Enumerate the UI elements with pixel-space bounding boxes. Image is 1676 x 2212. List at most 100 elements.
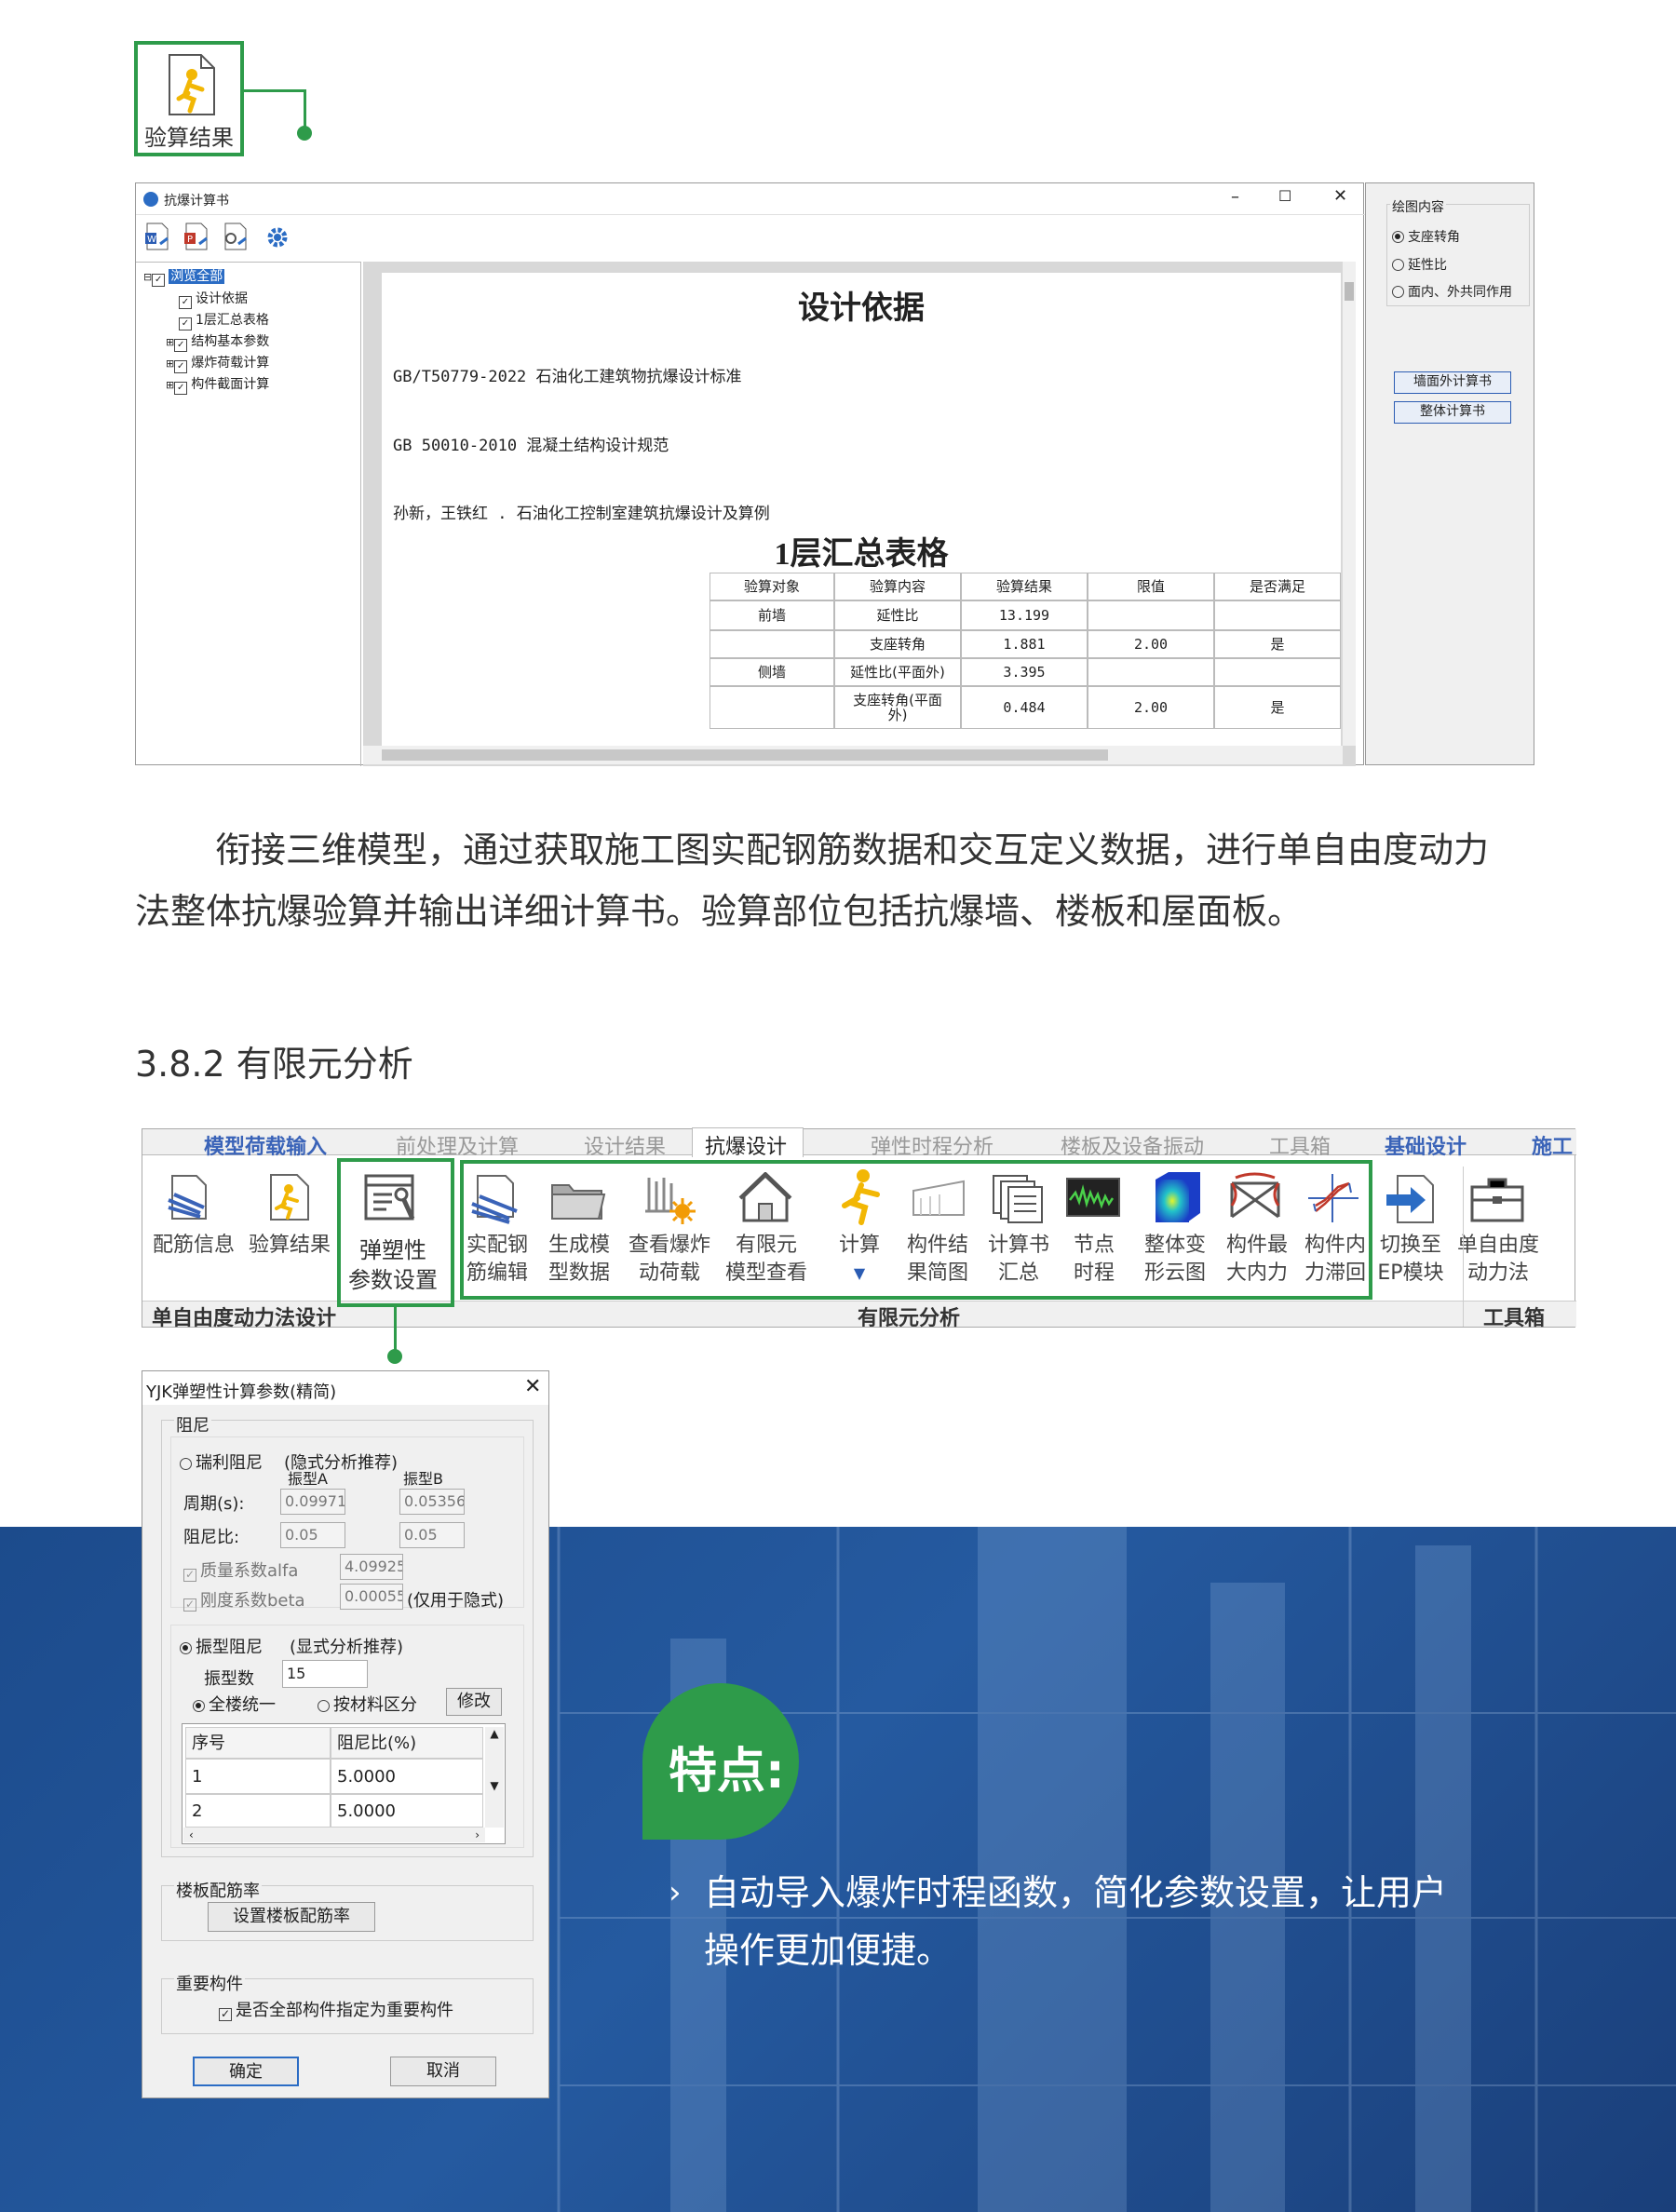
close-button[interactable]: ✕: [1333, 186, 1347, 206]
table-cell: 支座转角(平面外): [834, 686, 961, 729]
vertical-scrollbar[interactable]: [1343, 262, 1356, 746]
ribbon-tab[interactable]: 楼板及设备振动: [1061, 1130, 1204, 1160]
dialog-close-icon[interactable]: ✕: [524, 1375, 541, 1398]
ok-button[interactable]: 确定: [193, 2057, 299, 2086]
tree-item[interactable]: ⊞ ✓ 爆炸荷载计算: [166, 353, 269, 373]
section-title: 3.8.2 有限元分析: [135, 1044, 413, 1085]
ribbon-tab[interactable]: 设计结果: [584, 1130, 666, 1160]
modify-button[interactable]: 修改: [446, 1688, 502, 1716]
modal-damping-radio[interactable]: 振型阻尼: [180, 1634, 263, 1658]
feature-badge-text: 特点:: [669, 1744, 785, 1800]
option-ductility[interactable]: 延性比: [1392, 255, 1447, 274]
table-cell: [710, 686, 834, 729]
ratio-a-input[interactable]: 0.05: [280, 1522, 345, 1548]
cancel-button[interactable]: 取消: [390, 2057, 496, 2086]
horizontal-scrollbar[interactable]: [363, 746, 1343, 764]
period-b-input[interactable]: 0.05356: [399, 1489, 465, 1515]
damping-ratio-label: 阻尼比:: [183, 1528, 240, 1547]
ribbon-tab[interactable]: 前处理及计算: [396, 1130, 519, 1160]
uniform-radio[interactable]: 全楼统一: [193, 1692, 276, 1716]
window-titlebar: 抗爆计算书 – ☐ ✕: [136, 183, 1365, 215]
table-header: 是否满足: [1214, 573, 1341, 600]
table-cell: [1088, 658, 1214, 686]
beta-checkbox[interactable]: ✓ 刚度系数beta: [183, 1587, 305, 1612]
table-cell: 支座转角: [834, 630, 961, 658]
table-cell: 是: [1214, 630, 1341, 658]
drawing-options-panel: 绘图内容 支座转角 延性比 面内、外共同作用 墙面外计算书 整体计算书: [1365, 182, 1534, 765]
highlight-fe-group: [460, 1160, 1372, 1300]
rayleigh-radio[interactable]: 瑞利阻尼: [180, 1450, 263, 1474]
option-in-out-plane[interactable]: 面内、外共同作用: [1392, 282, 1512, 301]
feature-line: 操作更加便捷。: [704, 1930, 953, 1971]
table-cell: 13.199: [961, 600, 1088, 630]
rebar-info-button[interactable]: 配筋信息: [142, 1232, 245, 1260]
tree-root[interactable]: ⊟ ✓ 浏览全部: [143, 266, 225, 287]
gear-icon[interactable]: [263, 223, 292, 252]
ribbon-tab[interactable]: 抗爆设计: [705, 1130, 787, 1160]
set-slab-ratio-button[interactable]: 设置楼板配筋率: [208, 1902, 375, 1932]
wall-out-plane-calc-button[interactable]: 墙面外计算书: [1394, 371, 1511, 394]
tree-item[interactable]: ✓ 设计依据: [179, 289, 248, 309]
table-cell: 延性比(平面外): [834, 658, 961, 686]
table-cell: 1.881: [961, 630, 1088, 658]
elastoplastic-dialog: YJK弹塑性计算参数(精简) ✕ 阻尼 瑞利阻尼 (隐式分析推荐) 振型A 振型…: [142, 1370, 549, 2098]
export-pdf-icon[interactable]: P: [181, 221, 214, 252]
callout-label: 验算结果: [144, 125, 234, 151]
table-cell: 是: [1214, 686, 1341, 729]
period-label: 周期(s):: [183, 1494, 245, 1514]
svg-text:P: P: [187, 235, 193, 245]
feature-line: 自动导入爆炸时程函数，简化参数设置，让用户: [704, 1872, 1448, 1913]
group-label-toolbox: 工具箱: [1483, 1307, 1546, 1330]
important-checkbox[interactable]: ✓ 是否全部构件指定为重要构件: [219, 1997, 453, 2021]
tree-item[interactable]: ✓ 1层汇总表格: [179, 310, 269, 330]
grid-vscroll[interactable]: ▲ ▼: [485, 1727, 504, 1828]
ribbon-tab[interactable]: 模型荷载输入: [204, 1130, 327, 1160]
calc-book-window: 抗爆计算书 – ☐ ✕ W P ⊟ ✓ 浏览全部 ✓ 设计依据 ✓ 1层汇总表格 ⊞ ✓ 结…: [135, 182, 1365, 766]
ribbon-tab[interactable]: 基础设计: [1385, 1130, 1466, 1160]
switch-ep-button[interactable]: 切换至 EP模块: [1372, 1232, 1450, 1288]
minimize-button[interactable]: –: [1231, 187, 1239, 207]
table-header: 验算内容: [834, 573, 961, 600]
sdof-dynamic-button[interactable]: 单自由度 动力法: [1450, 1232, 1547, 1288]
alfa-checkbox[interactable]: ✓ 质量系数alfa: [183, 1558, 298, 1582]
overall-calc-button[interactable]: 整体计算书: [1394, 401, 1511, 424]
table-header: 验算结果: [961, 573, 1088, 600]
beta-input[interactable]: 0.00055: [340, 1584, 403, 1610]
feature-text: › 自动导入爆炸时程函数，简化参数设置，让用户 操作更加便捷。: [669, 1864, 1544, 1979]
period-a-input[interactable]: 0.09971: [280, 1489, 345, 1515]
check-result-icon: [264, 1172, 314, 1222]
toolbox-icon: [1468, 1172, 1526, 1226]
alfa-input[interactable]: 4.09925: [340, 1554, 403, 1580]
check-result-button[interactable]: 验算结果: [245, 1232, 334, 1260]
table-cell: [1214, 658, 1341, 686]
table-cell: [1088, 600, 1214, 630]
export-settings-icon[interactable]: [220, 221, 253, 252]
options-group-title: 绘图内容: [1390, 197, 1446, 216]
window-title: 抗爆计算书: [164, 194, 229, 209]
feature-badge: 特点:: [642, 1683, 799, 1840]
ribbon-tab[interactable]: 施工: [1532, 1130, 1575, 1160]
doc-ref: GB 50010-2010 混凝土结构设计规范: [393, 437, 669, 455]
table-cell: [710, 630, 834, 658]
mode-count-input[interactable]: 15: [282, 1660, 368, 1688]
chevron-right-icon: ›: [669, 1874, 682, 1911]
switch-ep-icon: [1383, 1172, 1440, 1226]
grid-cell[interactable]: 5.0000: [331, 1794, 483, 1828]
tree-item[interactable]: ⊞ ✓ 结构基本参数: [166, 331, 269, 352]
grid-hscroll[interactable]: ‹ ›: [183, 1828, 485, 1842]
dialog-title: YJK弹塑性计算参数(精简): [146, 1382, 337, 1402]
ribbon-tab[interactable]: 工具箱: [1269, 1130, 1331, 1160]
table-cell: 0.484: [961, 686, 1088, 729]
maximize-button[interactable]: ☐: [1278, 187, 1291, 205]
by-material-radio[interactable]: 按材料区分: [318, 1692, 417, 1716]
option-support-rotation[interactable]: 支座转角: [1392, 227, 1460, 246]
ribbon-tab[interactable]: 弹性时程分析: [871, 1130, 993, 1160]
export-word-icon[interactable]: W: [142, 221, 175, 252]
grid-cell[interactable]: 5.0000: [331, 1759, 483, 1794]
table-cell: 侧墙: [710, 658, 834, 686]
table-cell: 前墙: [710, 600, 834, 630]
document-view: 设计依据 GB/T50779-2022 石油化工建筑物抗爆设计标准 GB 500…: [363, 262, 1356, 766]
tree-item[interactable]: ⊞ ✓ 构件截面计算: [166, 374, 269, 395]
ratio-b-input[interactable]: 0.05: [399, 1522, 465, 1548]
document-page: 设计依据 GB/T50779-2022 石油化工建筑物抗爆设计标准 GB 500…: [382, 273, 1341, 746]
